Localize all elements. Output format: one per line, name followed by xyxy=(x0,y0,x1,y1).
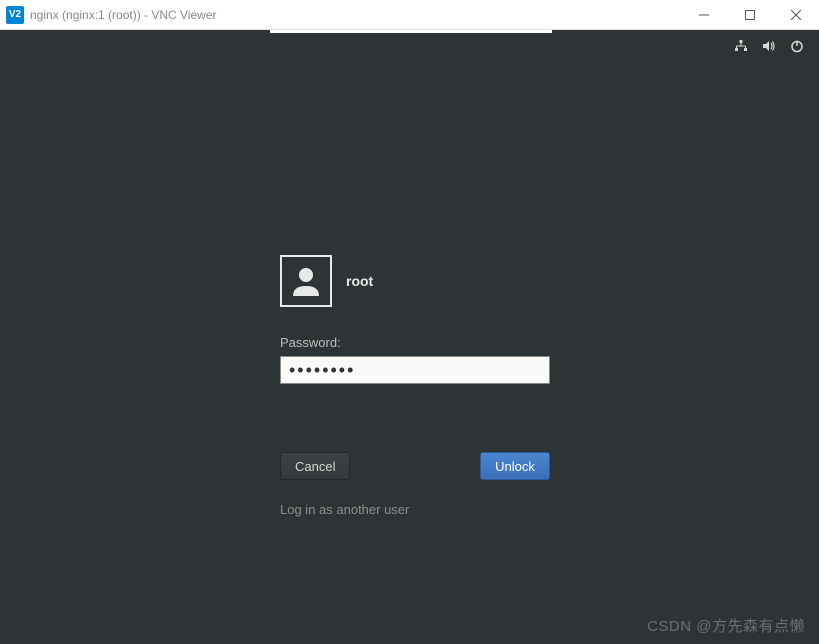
window-controls xyxy=(681,0,819,30)
top-strip xyxy=(270,30,552,33)
window-titlebar: V2 nginx (nginx:1 (root)) - VNC Viewer xyxy=(0,0,819,30)
username-label: root xyxy=(346,273,373,289)
close-button[interactable] xyxy=(773,0,819,30)
user-row: root xyxy=(280,255,550,307)
volume-icon[interactable] xyxy=(761,38,777,54)
network-icon[interactable] xyxy=(733,38,749,54)
vnc-app-icon: V2 xyxy=(6,6,24,24)
system-tray xyxy=(733,38,805,54)
unlock-button[interactable]: Unlock xyxy=(480,452,550,480)
window-title: nginx (nginx:1 (root)) - VNC Viewer xyxy=(30,8,681,22)
another-user-link[interactable]: Log in as another user xyxy=(280,502,550,517)
cancel-button[interactable]: Cancel xyxy=(280,452,350,480)
password-label: Password: xyxy=(280,335,550,350)
maximize-button[interactable] xyxy=(727,0,773,30)
watermark: CSDN @方先森有点懒 xyxy=(647,615,805,636)
button-row: Cancel Unlock xyxy=(280,452,550,480)
user-avatar xyxy=(280,255,332,307)
password-input[interactable] xyxy=(280,356,550,384)
power-icon[interactable] xyxy=(789,38,805,54)
login-panel: root Password: Cancel Unlock Log in as a… xyxy=(280,255,550,517)
minimize-button[interactable] xyxy=(681,0,727,30)
remote-desktop-viewport: root Password: Cancel Unlock Log in as a… xyxy=(0,30,819,644)
